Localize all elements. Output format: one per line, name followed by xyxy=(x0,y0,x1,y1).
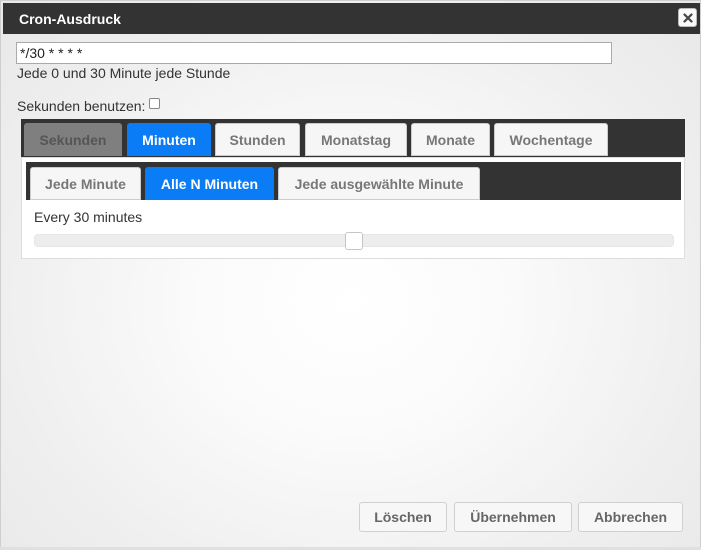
cron-expression-input[interactable] xyxy=(16,42,612,64)
tab-label: Wochentage xyxy=(509,131,593,148)
interval-slider[interactable] xyxy=(34,232,674,250)
use-seconds-checkbox[interactable] xyxy=(149,97,161,109)
cron-field-tabs: Sekunden Minuten Stunden Monatstag Monat… xyxy=(21,119,685,157)
minutes-panel: Jede Minute Alle N Minuten Jede ausgewäh… xyxy=(21,157,685,259)
tab-sekunden[interactable]: Sekunden xyxy=(24,123,122,156)
close-button[interactable] xyxy=(678,8,697,27)
tab-label: Monatstag xyxy=(321,131,391,148)
tab-wochentage[interactable]: Wochentage xyxy=(494,123,608,156)
cron-dialog: Cron-Ausdruck Jede 0 und 30 Minute jede … xyxy=(0,0,701,550)
tab-monatstag[interactable]: Monatstag xyxy=(305,123,407,156)
close-icon xyxy=(682,12,693,23)
use-seconds-row: Sekunden benutzen: xyxy=(17,97,161,114)
slider-handle[interactable] xyxy=(345,232,363,250)
tab-alle-n-minuten[interactable]: Alle N Minuten xyxy=(145,167,274,200)
tab-label: Jede Minute xyxy=(45,175,126,192)
apply-button[interactable]: Übernehmen xyxy=(454,502,572,532)
tab-jede-minute[interactable]: Jede Minute xyxy=(30,167,141,200)
dialog-titlebar[interactable]: Cron-Ausdruck xyxy=(3,3,700,34)
interval-label: Every 30 minutes xyxy=(34,209,143,225)
tab-jede-ausgewaehlte-minute[interactable]: Jede ausgewählte Minute xyxy=(278,167,480,200)
tab-label: Monate xyxy=(426,131,475,148)
tab-label: Stunden xyxy=(229,131,286,148)
dialog-title: Cron-Ausdruck xyxy=(19,11,121,27)
tab-stunden[interactable]: Stunden xyxy=(215,123,300,156)
tab-label: Sekunden xyxy=(39,131,107,148)
tab-monate[interactable]: Monate xyxy=(411,123,490,156)
clear-button[interactable]: Löschen xyxy=(359,502,447,532)
cron-description: Jede 0 und 30 Minute jede Stunde xyxy=(17,65,231,81)
tab-label: Jede ausgewählte Minute xyxy=(294,175,464,192)
tab-label: Minuten xyxy=(142,131,196,148)
use-seconds-label: Sekunden benutzen: xyxy=(17,98,146,114)
tab-minuten[interactable]: Minuten xyxy=(127,123,211,156)
tab-label: Alle N Minuten xyxy=(160,175,259,192)
minute-mode-tabs: Jede Minute Alle N Minuten Jede ausgewäh… xyxy=(26,162,681,200)
cancel-button[interactable]: Abbrechen xyxy=(578,502,683,532)
